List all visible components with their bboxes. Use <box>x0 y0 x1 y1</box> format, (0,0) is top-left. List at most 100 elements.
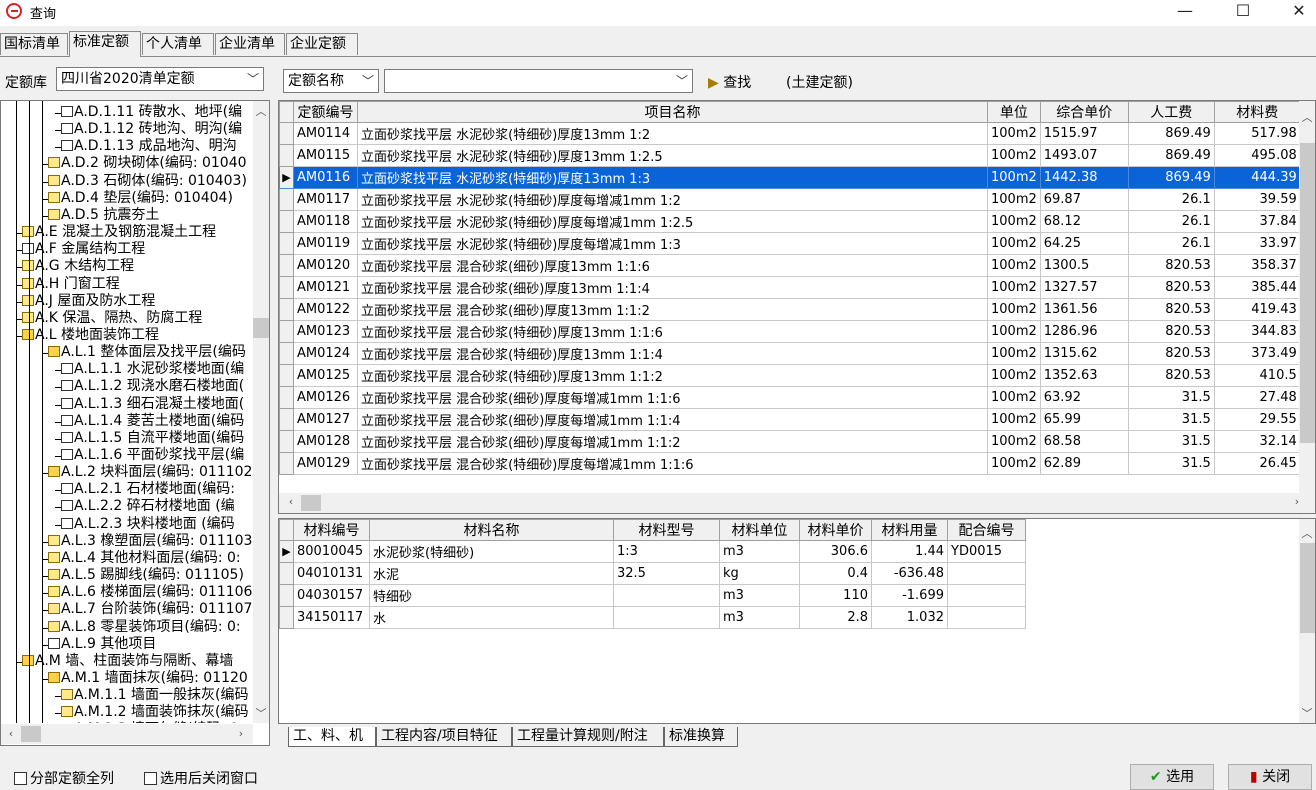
quota-cell[interactable]: 517.98 <box>1213 122 1301 145</box>
quota-cell[interactable]: 100m2 <box>987 276 1041 299</box>
quota-cell[interactable]: 立面砂浆找平层 混合砂浆(细砂)厚度每增减1mm 1:1:2 <box>357 430 988 453</box>
tree-node[interactable]: A.E 混凝土及钢筋混凝土工程 <box>22 224 216 241</box>
quota-cell[interactable]: 100m2 <box>987 232 1041 255</box>
material-cell[interactable]: 1.44 <box>871 540 948 563</box>
quota-row[interactable]: AM0120 立面砂浆找平层 混合砂浆(细砂)厚度13mm 1:1:6 100m2 1… <box>279 254 1311 277</box>
tree-node[interactable]: A.H 门窗工程 <box>22 276 120 293</box>
tab-enterprise-quota[interactable]: 企业定额 <box>286 33 358 55</box>
quota-cell[interactable]: 32.14 <box>1213 430 1301 453</box>
quota-cell[interactable]: 立面砂浆找平层 混合砂浆(特细砂)厚度每增减1mm 1:1:6 <box>357 452 988 475</box>
quota-cell[interactable]: 100m2 <box>987 144 1041 167</box>
material-cell[interactable]: 110 <box>799 584 872 607</box>
tree-vscrollbar[interactable]: ︿ ﹀ <box>253 101 269 723</box>
material-cell[interactable]: kg <box>719 562 800 585</box>
quota-cell[interactable]: 立面砂浆找平层 混合砂浆(特细砂)厚度13mm 1:1:4 <box>357 342 988 365</box>
tree-node[interactable]: A.L.2.2 碎石材楼地面 (编 <box>61 498 235 515</box>
tree-node[interactable]: A.L.3 橡塑面层(编码: 011103 <box>48 533 252 550</box>
quota-cell[interactable]: 100m2 <box>987 320 1041 343</box>
quota-row[interactable]: AM0128 立面砂浆找平层 混合砂浆(细砂)厚度每增减1mm 1:1:2 100m… <box>279 430 1311 453</box>
tree-node[interactable]: A.D.4 垫层(编码: 010404) <box>48 190 233 207</box>
material-cell[interactable]: m3 <box>719 540 800 563</box>
tree-node[interactable]: A.M.1.3 墙面勾缝(编码: 0 <box>61 721 239 723</box>
quota-cell[interactable]: 39.59 <box>1213 188 1301 211</box>
quota-cell[interactable]: 1300.5 <box>1039 254 1129 277</box>
scroll-up-icon[interactable]: ︿ <box>253 103 269 119</box>
quota-row[interactable]: AM0127 立面砂浆找平层 混合砂浆(细砂)厚度每增减1mm 1:1:4 100m… <box>279 408 1311 431</box>
material-column-header[interactable]: 材料编号 <box>293 519 370 541</box>
select-button[interactable]: ✔ 选用 <box>1130 764 1214 790</box>
material-cell[interactable]: 1:3 <box>613 540 720 563</box>
tab-national-list[interactable]: 国标清单 <box>0 33 68 55</box>
quota-cell[interactable]: 立面砂浆找平层 水泥砂浆(特细砂)厚度每增减1mm 1:2 <box>357 188 988 211</box>
material-row[interactable]: ▶ 80010045 水泥砂浆(特细砂) 1:3 m3 306.6 1.44 YD0015 <box>279 540 1026 563</box>
tree-node[interactable]: A.L.6 楼梯面层(编码: 011106 <box>48 584 252 601</box>
quota-cell[interactable]: 820.53 <box>1127 276 1215 299</box>
quota-cell[interactable]: 26.45 <box>1213 452 1301 475</box>
tree-node[interactable]: A.L.1.3 细石混凝土楼地面( <box>61 396 244 413</box>
tree-node[interactable]: A.L.8 零星装饰项目(编码: 0: <box>48 619 241 636</box>
quota-cell[interactable]: 62.89 <box>1039 452 1129 475</box>
quota-cell[interactable]: 385.44 <box>1213 276 1301 299</box>
material-cell[interactable]: 1.032 <box>871 606 948 629</box>
tree-vscroll-thumb[interactable] <box>253 318 269 338</box>
quota-cell[interactable]: 31.5 <box>1127 386 1215 409</box>
quota-cell[interactable]: 358.37 <box>1213 254 1301 277</box>
quota-cell[interactable]: 100m2 <box>987 298 1041 321</box>
material-column-header[interactable]: 材料型号 <box>613 519 720 541</box>
tree-node[interactable]: A.D.5 抗震夯土 <box>48 207 159 224</box>
quota-cell[interactable]: 410.5 <box>1213 364 1301 387</box>
tree-node[interactable]: A.F 金属结构工程 <box>22 241 145 258</box>
quota-cell[interactable]: 820.53 <box>1127 320 1215 343</box>
quota-cell[interactable]: 立面砂浆找平层 水泥砂浆(特细砂)厚度13mm 1:2.5 <box>357 144 988 167</box>
show-all-checkbox[interactable]: 分部定额全列 <box>14 768 114 788</box>
tab-enterprise-list[interactable]: 企业清单 <box>215 33 285 55</box>
tab-work-content[interactable]: 工程内容/项目特征 <box>376 727 512 747</box>
search-input[interactable]: ﹀ <box>384 69 693 93</box>
quota-cell[interactable]: 64.25 <box>1039 232 1129 255</box>
tree-node[interactable]: A.D.1.13 成品地沟、明沟 <box>61 138 237 155</box>
quota-cell[interactable]: 100m2 <box>987 364 1041 387</box>
scroll-down-icon[interactable]: ﹀ <box>1299 705 1315 721</box>
material-vscrollbar[interactable]: ︿ ﹀ <box>1299 519 1315 723</box>
quota-cell[interactable]: 100m2 <box>987 342 1041 365</box>
tree-node[interactable]: A.M.1.1 墙面一般抹灰(编码 <box>61 687 249 704</box>
quota-cell[interactable]: 444.39 <box>1213 166 1301 189</box>
quota-grid[interactable]: 定额编号 项目名称 单位 综合单价 人工费 材料费 AM0114 立面砂浆找平层 水泥砂浆(… <box>278 100 1316 514</box>
tab-labor-material-machine[interactable]: 工、料、机 <box>288 727 376 747</box>
quota-cell[interactable]: 1327.57 <box>1039 276 1129 299</box>
quota-cell[interactable]: 立面砂浆找平层 混合砂浆(细砂)厚度每增减1mm 1:1:4 <box>357 408 988 431</box>
quota-cell[interactable]: 立面砂浆找平层 混合砂浆(细砂)厚度每增减1mm 1:1:6 <box>357 386 988 409</box>
quota-row[interactable]: AM0117 立面砂浆找平层 水泥砂浆(特细砂)厚度每增减1mm 1:2 100m2… <box>279 188 1311 211</box>
material-cell[interactable]: 2.8 <box>799 606 872 629</box>
material-row[interactable]: 04010131 水泥 32.5 kg 0.4 -636.48 <box>279 562 1026 585</box>
material-cell[interactable]: 特细砂 <box>369 584 614 607</box>
scroll-right-icon[interactable]: › <box>1289 495 1305 508</box>
close-button[interactable]: ▮ 关闭 <box>1228 764 1312 790</box>
quota-row[interactable]: AM0122 立面砂浆找平层 混合砂浆(细砂)厚度13mm 1:1:2 100m2 1… <box>279 298 1311 321</box>
quota-row[interactable]: AM0126 立面砂浆找平层 混合砂浆(细砂)厚度每增减1mm 1:1:6 100m… <box>279 386 1311 409</box>
quota-cell[interactable]: 820.53 <box>1127 298 1215 321</box>
material-cell[interactable]: 04030157 <box>293 584 370 607</box>
quota-cell[interactable]: 26.1 <box>1127 188 1215 211</box>
quota-row[interactable]: AM0123 立面砂浆找平层 混合砂浆(特细砂)厚度13mm 1:1:6 100m2… <box>279 320 1311 343</box>
scroll-right-icon[interactable]: › <box>233 727 249 740</box>
material-cell[interactable] <box>947 584 1026 607</box>
quota-hscroll-thumb[interactable] <box>301 495 321 511</box>
material-cell[interactable]: 04010131 <box>293 562 370 585</box>
quota-cell[interactable]: 立面砂浆找平层 水泥砂浆(特细砂)厚度每增减1mm 1:2.5 <box>357 210 988 233</box>
quota-lib-select[interactable]: 四川省2020清单定额 ﹀ <box>56 67 264 91</box>
quota-row[interactable]: AM0124 立面砂浆找平层 混合砂浆(特细砂)厚度13mm 1:1:4 100m2… <box>279 342 1311 365</box>
quota-cell[interactable]: AM0129 <box>293 452 358 475</box>
quota-column-header[interactable]: 单位 <box>987 101 1041 123</box>
material-cell[interactable] <box>613 584 720 607</box>
scroll-left-icon[interactable]: ‹ <box>3 727 19 740</box>
tree-node[interactable]: A.L.2 块料面层(编码: 011102 <box>48 464 252 481</box>
quota-row[interactable]: AM0119 立面砂浆找平层 水泥砂浆(特细砂)厚度每增减1mm 1:3 100m2… <box>279 232 1311 255</box>
quota-cell[interactable]: 26.1 <box>1127 232 1215 255</box>
maximize-button[interactable]: ☐ <box>1220 0 1266 24</box>
quota-cell[interactable]: AM0122 <box>293 298 358 321</box>
quota-cell[interactable]: 820.53 <box>1127 364 1215 387</box>
quota-cell[interactable]: 100m2 <box>987 122 1041 145</box>
tree-hscrollbar[interactable]: ‹ › <box>1 724 253 744</box>
tree-node[interactable]: A.M 墙、柱面装饰与隔断、幕墙 <box>22 653 233 670</box>
